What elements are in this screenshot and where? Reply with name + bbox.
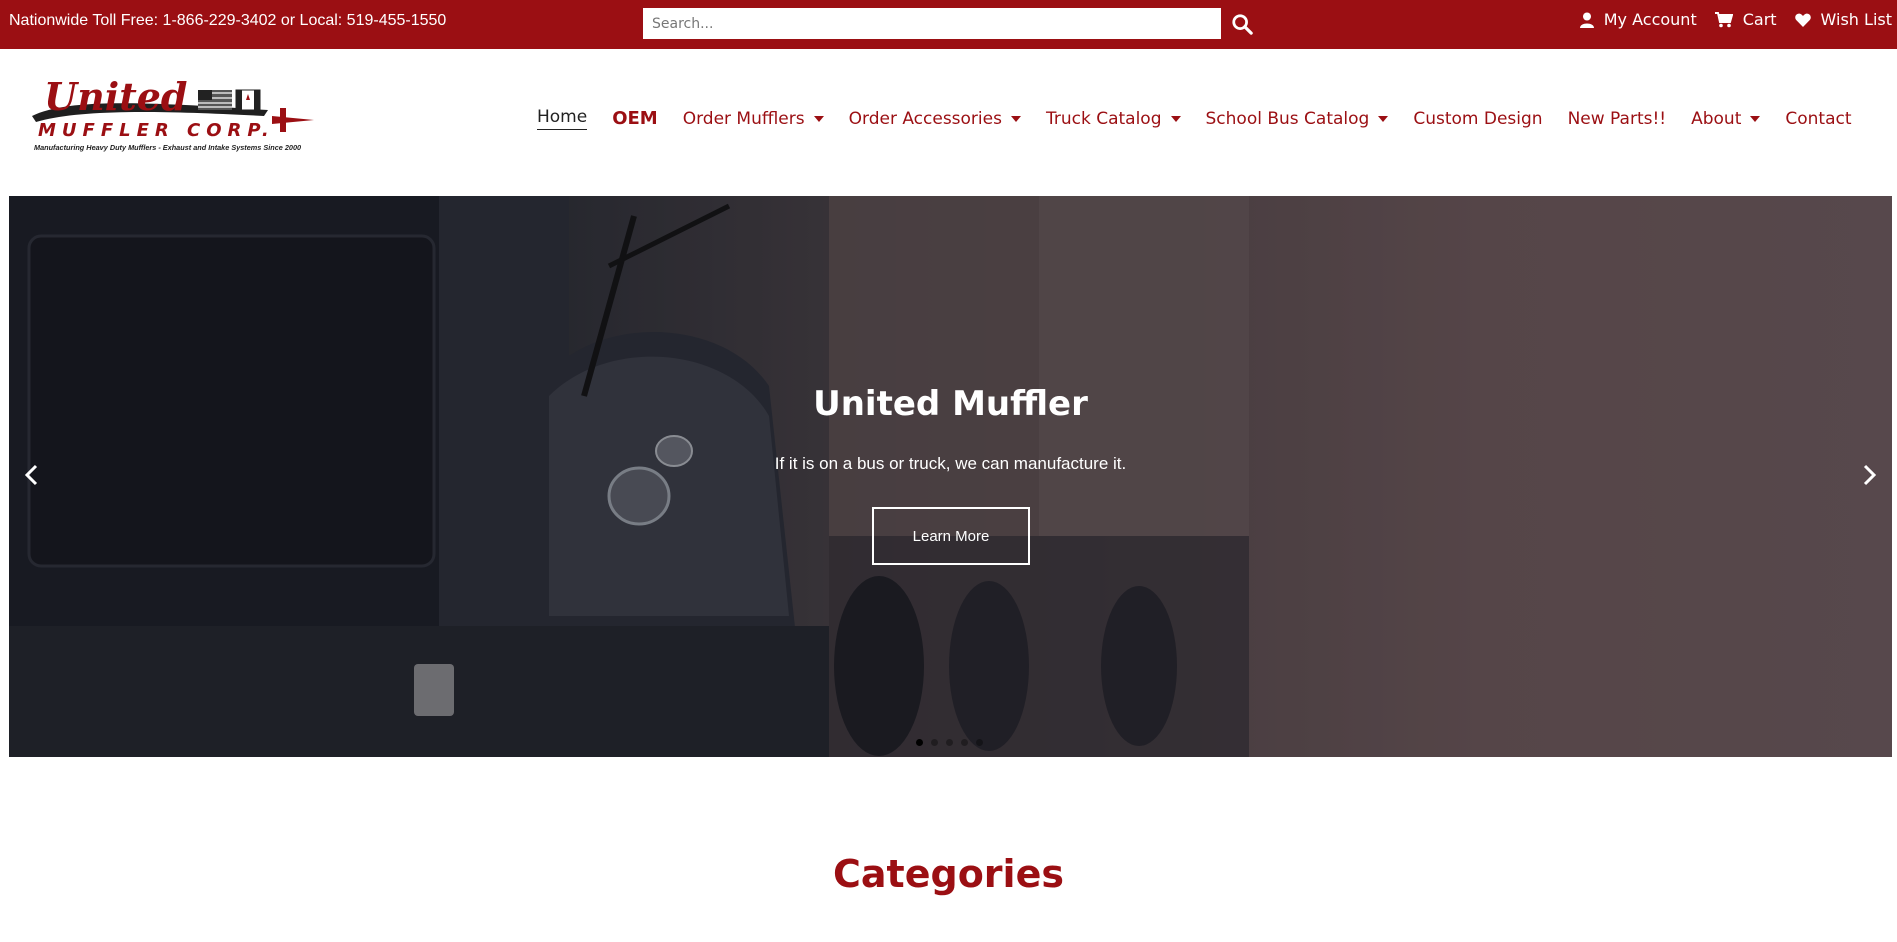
hero-title: United Muffler — [813, 384, 1088, 424]
search-input[interactable] — [643, 8, 1221, 39]
nav-item-label: About — [1691, 108, 1742, 129]
nav-item-label: Order Accessories — [848, 108, 1002, 129]
main-nav: Home OEM Order Mufflers Order Accessorie… — [537, 107, 1877, 130]
phone-text: Nationwide Toll Free: 1-866-229-3402 or … — [9, 12, 447, 29]
search-icon[interactable] — [1229, 11, 1255, 37]
nav-item-label: School Bus Catalog — [1205, 108, 1370, 129]
nav-item-label: New Parts!! — [1567, 108, 1667, 129]
nav-item-label: Contact — [1785, 108, 1852, 129]
hero-slider: United Muffler If it is on a bus or truc… — [9, 196, 1892, 757]
user-icon — [1579, 12, 1594, 28]
nav-item-order-accessories[interactable]: Order Accessories — [849, 109, 1021, 129]
nav-item-label: Home — [537, 107, 588, 127]
slider-dots — [916, 739, 983, 746]
svg-text:MUFFLER CORP.: MUFFLER CORP. — [38, 120, 275, 141]
svg-text:United: United — [44, 76, 188, 119]
heart-icon — [1794, 13, 1811, 27]
slider-dot[interactable] — [931, 739, 938, 746]
nav-item-label: OEM — [612, 108, 658, 129]
top-bar: Nationwide Toll Free: 1-866-229-3402 or … — [0, 0, 1897, 49]
cart-icon — [1714, 11, 1733, 28]
categories-heading: Categories — [833, 852, 1064, 896]
account-links: My Account Cart Wish List — [1579, 10, 1892, 29]
wish-list-link[interactable]: Wish List — [1794, 10, 1892, 29]
nav-item-label: Order Mufflers — [682, 108, 805, 129]
nav-item-about[interactable]: About — [1691, 108, 1761, 129]
caret-down-icon — [1010, 115, 1021, 122]
slider-dot[interactable] — [916, 739, 923, 746]
wish-list-label: Wish List — [1820, 10, 1892, 29]
site-header: United MUFFLER CORP. Manufacturing Heavy… — [0, 49, 1897, 196]
slider-dot[interactable] — [961, 739, 968, 746]
nav-item-contact[interactable]: Contact — [1785, 109, 1851, 129]
svg-text:Manufacturing Heavy Duty Muffl: Manufacturing Heavy Duty Mufflers - Exha… — [34, 143, 301, 152]
nav-item-school-bus-catalog[interactable]: School Bus Catalog — [1206, 109, 1389, 129]
chevron-left-icon[interactable] — [19, 460, 43, 490]
nav-item-home[interactable]: Home — [537, 107, 588, 130]
nav-item-oem[interactable]: OEM — [612, 108, 658, 129]
nav-item-truck-catalog[interactable]: Truck Catalog — [1046, 109, 1181, 129]
nav-item-label: Truck Catalog — [1045, 108, 1162, 129]
caret-down-icon — [1170, 115, 1181, 122]
caret-down-icon — [1750, 115, 1761, 122]
hero-overlay — [9, 196, 1892, 757]
cart-label: Cart — [1742, 10, 1777, 29]
hero-subtitle: If it is on a bus or truck, we can manuf… — [774, 454, 1127, 473]
my-account-link[interactable]: My Account — [1579, 10, 1697, 29]
nav-item-custom-design[interactable]: Custom Design — [1413, 109, 1542, 129]
my-account-label: My Account — [1603, 10, 1697, 29]
caret-down-icon — [1378, 115, 1389, 122]
nav-item-new-parts[interactable]: New Parts!! — [1568, 109, 1667, 129]
slider-dot[interactable] — [976, 739, 983, 746]
united-muffler-logo[interactable]: United MUFFLER CORP. Manufacturing Heavy… — [28, 74, 314, 158]
chevron-right-icon[interactable] — [1858, 460, 1882, 490]
learn-more-button[interactable]: Learn More — [872, 507, 1030, 565]
nav-item-label: Custom Design — [1413, 108, 1543, 129]
nav-item-order-mufflers[interactable]: Order Mufflers — [683, 109, 824, 129]
caret-down-icon — [813, 115, 824, 122]
search-bar — [643, 8, 1253, 39]
slider-dot[interactable] — [946, 739, 953, 746]
cart-link[interactable]: Cart — [1714, 10, 1777, 29]
